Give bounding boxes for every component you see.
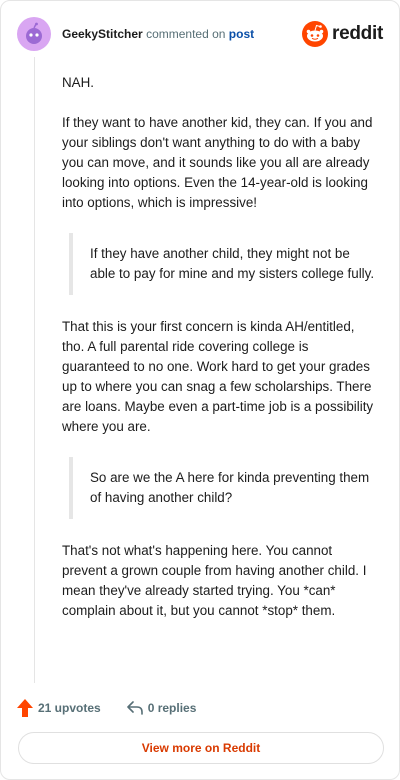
comment-header: GeekyStitcher commented on post reddit (17, 17, 383, 51)
comment-paragraph: NAH. (62, 75, 94, 90)
reply-count: 0 replies (147, 701, 197, 715)
upvote-button[interactable]: 21 upvotes (17, 699, 101, 717)
snoo-avatar-icon[interactable] (17, 17, 51, 51)
replies-button[interactable]: 0 replies (126, 701, 197, 715)
upvote-arrow-icon (17, 699, 33, 717)
view-more-button[interactable]: View more on Reddit (18, 732, 384, 764)
reddit-wordmark: reddit (332, 23, 383, 44)
quote-text: If they have another child, they might n… (90, 246, 375, 281)
quote-text: So are we the A here for kinda preventin… (90, 470, 370, 505)
comment-paragraph: If they want to have another kid, they c… (62, 115, 373, 210)
comment-paragraph: That's not what's happening here. You ca… (62, 543, 367, 618)
post-link[interactable]: post (229, 27, 254, 41)
comment-body: NAH. If they want to have another kid, t… (62, 73, 378, 641)
author-name[interactable]: GeekyStitcher (62, 27, 143, 41)
comment-embed-card: GeekyStitcher commented on post reddit N… (0, 0, 400, 780)
comment-actions: 21 upvotes 0 replies (17, 697, 196, 719)
blockquote: If they have another child, they might n… (69, 233, 378, 295)
blockquote: So are we the A here for kinda preventin… (69, 457, 378, 519)
reddit-logo-icon (302, 21, 329, 47)
comment-paragraph: That this is your first concern is kinda… (62, 319, 374, 434)
comment-meta: GeekyStitcher commented on post (62, 27, 254, 41)
thread-line (34, 57, 35, 683)
upvote-count: 21 upvotes (38, 701, 101, 715)
meta-verb: commented on (146, 27, 226, 41)
reddit-brand[interactable]: reddit (302, 21, 383, 47)
reply-icon (126, 701, 143, 715)
